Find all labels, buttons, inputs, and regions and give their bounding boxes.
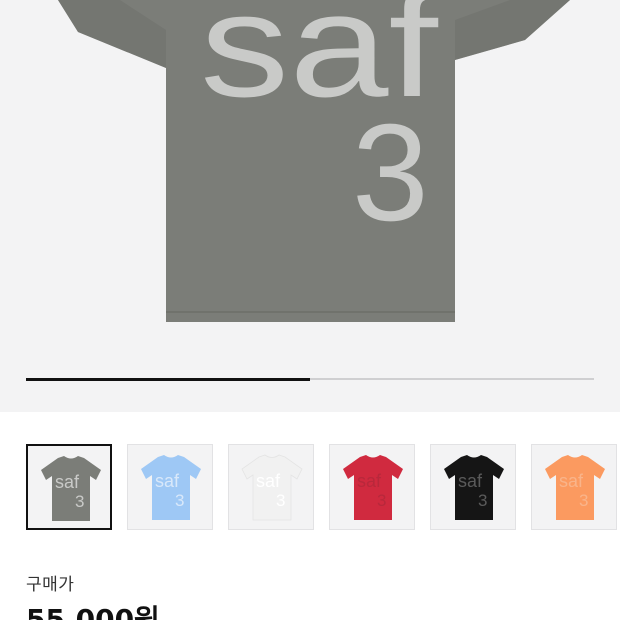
gallery-progress-fill [26, 377, 310, 381]
thumbnail-print-text-saf: saf [55, 472, 80, 492]
thumbnail-print-text-saf: saf [256, 471, 281, 491]
thumb-black[interactable]: saf 3 [430, 444, 516, 530]
thumb-orange[interactable]: saf 3 [531, 444, 617, 530]
thumbnail-tshirt-image: saf3 [141, 455, 201, 520]
thumbnail-print-text-saf: saf [155, 471, 180, 491]
thumbnail-tshirt-image: saf3 [41, 456, 101, 521]
thumb-gray[interactable]: saf 3 [26, 444, 112, 530]
thumbnail-tshirt-image: saf3 [444, 455, 504, 520]
thumbnail-print-text-3: 3 [478, 491, 487, 510]
thumbnail-print-text-saf: saf [458, 471, 483, 491]
thumbnail-print-text-3: 3 [175, 491, 184, 510]
thumbnail-tshirt-image: saf3 [545, 455, 605, 520]
thumbnail-print-text-3: 3 [276, 491, 285, 510]
thumbnail-print-text-3: 3 [75, 492, 84, 511]
price-value: 55,000원 [26, 603, 160, 620]
product-detail-page: saf 3 saf 3 saf 3 saf 3 saf 3 saf 3 saf 3 구매가 55,00… [0, 0, 620, 620]
thumbnail-tshirt-image: saf3 [343, 455, 403, 520]
product-hero-image[interactable]: saf 3 [0, 0, 620, 412]
thumb-red[interactable]: saf 3 [329, 444, 415, 530]
thumbnail-print-text-saf: saf [357, 471, 382, 491]
thumbnail-print-text-saf: saf [559, 471, 584, 491]
tshirt-image: saf 3 [58, 0, 570, 322]
thumb-white[interactable]: saf 3 [228, 444, 314, 530]
print-text-3: 3 [352, 96, 429, 250]
thumbnail-print-text-3: 3 [579, 491, 588, 510]
thumbnail-print-text-3: 3 [377, 491, 386, 510]
price-label: 구매가 [26, 575, 75, 595]
thumb-light-blue[interactable]: saf 3 [127, 444, 213, 530]
thumbnail-tshirt-image: saf3 [241, 454, 303, 521]
color-thumbnails: saf 3 saf 3 saf 3 saf 3 saf 3 saf 3 [26, 444, 620, 532]
gallery-progress-bar [26, 377, 594, 381]
